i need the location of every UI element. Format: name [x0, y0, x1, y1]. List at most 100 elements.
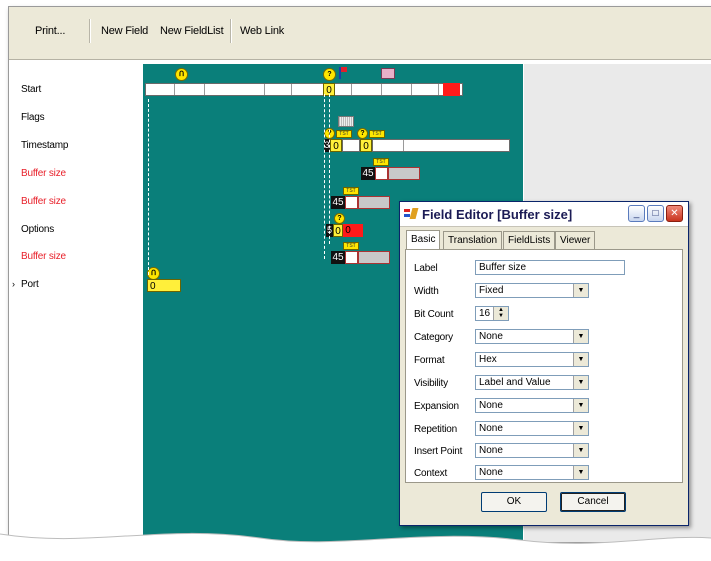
flags-bits[interactable] [338, 116, 354, 127]
category-field-label: Category [414, 332, 453, 343]
close-icon[interactable]: ✕ [666, 205, 683, 222]
cancel-button[interactable]: Cancel [560, 492, 626, 512]
visibility-field-label: Visibility [414, 378, 448, 389]
toolbar: Print... New Field New FieldList Web Lin… [9, 7, 711, 60]
visibility-select[interactable]: Label and Value ▼ [475, 375, 589, 390]
chevron-down-icon[interactable]: ▼ [573, 376, 588, 389]
buffer-value-cell[interactable]: 45 [361, 167, 375, 180]
ok-button[interactable]: OK [481, 492, 547, 512]
context-field-label: Context [414, 468, 448, 479]
chevron-down-icon[interactable]: ▼ [573, 444, 588, 457]
options-value-cell[interactable]: 0 [333, 224, 343, 237]
format-select[interactable]: Hex ▼ [475, 352, 589, 367]
category-select-value: None [479, 331, 503, 342]
buffer-field[interactable] [358, 251, 390, 264]
tag-icon: TST [343, 242, 359, 250]
chevron-down-icon[interactable]: ▼ [573, 422, 588, 435]
row-label-buffer-size[interactable]: Buffer size [21, 251, 66, 262]
chevron-down-icon[interactable]: ▼ [573, 353, 588, 366]
row-label-timestamp[interactable]: Timestamp [21, 140, 68, 151]
guide-line [324, 94, 325, 259]
bit-count-value: 16 [479, 308, 491, 319]
label-input-value: Buffer size [479, 262, 527, 273]
timestamp-value-cell[interactable]: 0 [360, 139, 372, 152]
marker-icon[interactable]: Ո [175, 68, 188, 81]
expansion-select-value: None [479, 400, 503, 411]
buffer-value-cell[interactable]: 45 [331, 196, 345, 209]
buffer-value-cell[interactable]: 45 [331, 251, 345, 264]
row-label-options[interactable]: Options [21, 224, 54, 235]
tag-icon: TST [343, 187, 359, 195]
minimize-icon[interactable]: _ [628, 205, 645, 222]
options-value-cell[interactable]: 0 [343, 224, 353, 237]
row-label-start[interactable]: Start [21, 84, 41, 95]
bit-count-spinner[interactable]: 16 ▲ ▼ [475, 306, 509, 321]
dialog-titlebar[interactable]: Field Editor [Buffer size] _ □ ✕ [400, 202, 688, 227]
repetition-select[interactable]: None ▼ [475, 421, 589, 436]
field-editor-icon [404, 207, 419, 221]
buffer-field[interactable] [375, 167, 388, 180]
buffer-field[interactable] [388, 167, 420, 180]
chevron-down-icon[interactable]: ▼ [573, 284, 588, 297]
context-select[interactable]: None ▼ [475, 465, 589, 480]
row-label-flags[interactable]: Flags [21, 112, 45, 123]
expansion-select[interactable]: None ▼ [475, 398, 589, 413]
timestamp-bar[interactable] [342, 139, 360, 152]
width-select[interactable]: Fixed ▼ [475, 283, 589, 298]
format-select-value: Hex [479, 354, 497, 365]
width-select-value: Fixed [479, 285, 504, 296]
tag-icon: TST [373, 158, 389, 166]
context-select-value: None [479, 467, 503, 478]
toolbar-separator [89, 19, 91, 43]
field-editor-dialog: Field Editor [Buffer size] _ □ ✕ Basic T… [399, 201, 689, 526]
new-field-button[interactable]: New Field [101, 25, 148, 37]
marker-icon[interactable]: ? [334, 213, 345, 224]
new-fieldlist-button[interactable]: New FieldList [160, 25, 224, 37]
tag-icon: TST [336, 130, 352, 138]
row-label-buffer-size[interactable]: Buffer size [21, 168, 66, 179]
buffer-field[interactable] [358, 196, 390, 209]
width-field-label: Width [414, 286, 439, 297]
options-end-cell[interactable] [353, 224, 363, 237]
start-field-bar[interactable] [145, 83, 463, 96]
insert-point-select-value: None [479, 445, 503, 456]
row-label-buffer-size[interactable]: Buffer size [21, 196, 66, 207]
buffer-field[interactable] [345, 196, 358, 209]
basic-tab-panel: Label Buffer size Width Fixed ▼ Bit Count… [405, 249, 683, 483]
format-field-label: Format [414, 355, 445, 366]
link-icon [381, 68, 395, 79]
tab-translation[interactable]: Translation [443, 231, 503, 249]
chevron-down-icon[interactable]: ▼ [573, 399, 588, 412]
maximize-icon[interactable]: □ [647, 205, 664, 222]
start-end-cell[interactable] [443, 83, 460, 96]
row-label-port[interactable]: Port [21, 279, 39, 290]
toolbar-separator [230, 19, 232, 43]
marker-icon[interactable]: ? [357, 128, 368, 139]
label-field-label: Label [414, 263, 438, 274]
timestamp-value-cell[interactable]: 0 [330, 139, 342, 152]
label-input[interactable]: Buffer size [475, 260, 625, 275]
tab-viewer[interactable]: Viewer [555, 231, 596, 249]
insert-point-field-label: Insert Point [414, 446, 463, 457]
spin-arrows-icon[interactable]: ▲ ▼ [493, 307, 508, 320]
tab-fieldlists[interactable]: FieldLists [503, 231, 556, 249]
chevron-down-icon[interactable]: ▼ [573, 330, 588, 343]
port-value-cell[interactable]: 0 [147, 279, 181, 292]
category-select[interactable]: None ▼ [475, 329, 589, 344]
buffer-field[interactable] [345, 251, 358, 264]
tab-basic[interactable]: Basic [406, 230, 441, 250]
marker-icon[interactable]: ? [323, 68, 336, 81]
timestamp-bar[interactable] [372, 139, 510, 152]
expand-arrow-icon[interactable]: › [12, 279, 15, 289]
web-link-button[interactable]: Web Link [240, 25, 284, 37]
repetition-field-label: Repetition [414, 424, 458, 435]
print-button[interactable]: Print... [35, 25, 65, 37]
torn-edge-decoration [0, 532, 711, 561]
visibility-select-value: Label and Value [479, 377, 551, 388]
guide-line [148, 99, 149, 275]
repetition-select-value: None [479, 423, 503, 434]
chevron-down-icon[interactable]: ▼ [573, 466, 588, 479]
guide-line [329, 94, 330, 244]
insert-point-select[interactable]: None ▼ [475, 443, 589, 458]
flag-icon [339, 67, 348, 79]
